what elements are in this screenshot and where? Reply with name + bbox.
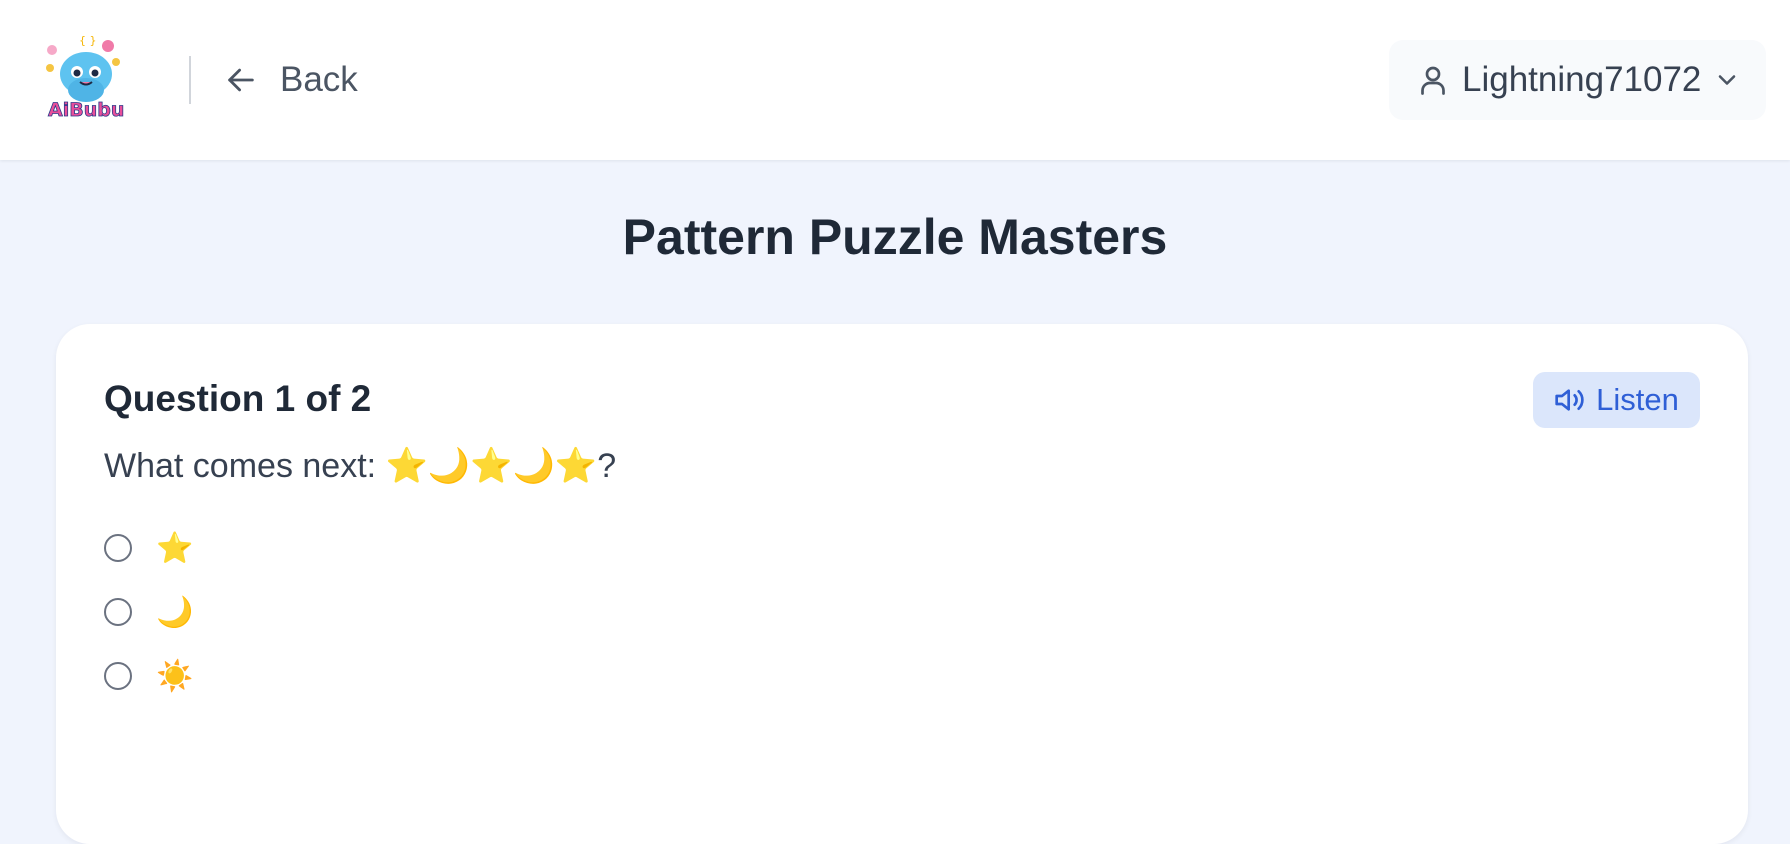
username-label: Lightning71072 — [1462, 60, 1702, 99]
listen-button[interactable]: Listen — [1533, 372, 1700, 428]
svg-text:AiBubu: AiBubu — [48, 99, 124, 118]
back-label: Back — [280, 60, 358, 99]
option-label: 🌙 — [156, 594, 194, 630]
page-title: Pattern Puzzle Masters — [622, 209, 1168, 265]
user-menu-button[interactable]: Lightning71072 — [1389, 40, 1766, 120]
chevron-down-icon — [1718, 75, 1736, 85]
logo-wordmark: AiBubu — [48, 99, 125, 118]
arrow-left-icon — [228, 68, 254, 92]
option-label: ☀️ — [156, 658, 194, 694]
question-card: Question 1 of 2 Listen What comes next: … — [56, 324, 1748, 844]
answer-option-3[interactable]: ☀️ — [104, 656, 404, 696]
top-header: { } AiBubu Back Lightning71072 — [0, 0, 1790, 160]
answer-option-2[interactable]: 🌙 — [104, 592, 404, 632]
answer-option-1[interactable]: ⭐ — [104, 528, 404, 568]
listen-label: Listen — [1596, 382, 1679, 417]
aibubu-logo[interactable]: { } AiBubu — [44, 32, 130, 118]
speaker-icon — [1555, 389, 1584, 411]
question-counter: Question 1 of 2 — [104, 378, 372, 419]
header-divider — [189, 56, 191, 104]
back-button[interactable]: Back — [224, 52, 358, 108]
option-label: ⭐ — [156, 530, 194, 566]
question-text: What comes next: ⭐🌙⭐🌙⭐? — [104, 447, 617, 485]
user-icon — [1421, 66, 1445, 95]
radio-button[interactable] — [104, 598, 132, 626]
radio-button[interactable] — [104, 534, 132, 562]
radio-button[interactable] — [104, 662, 132, 690]
